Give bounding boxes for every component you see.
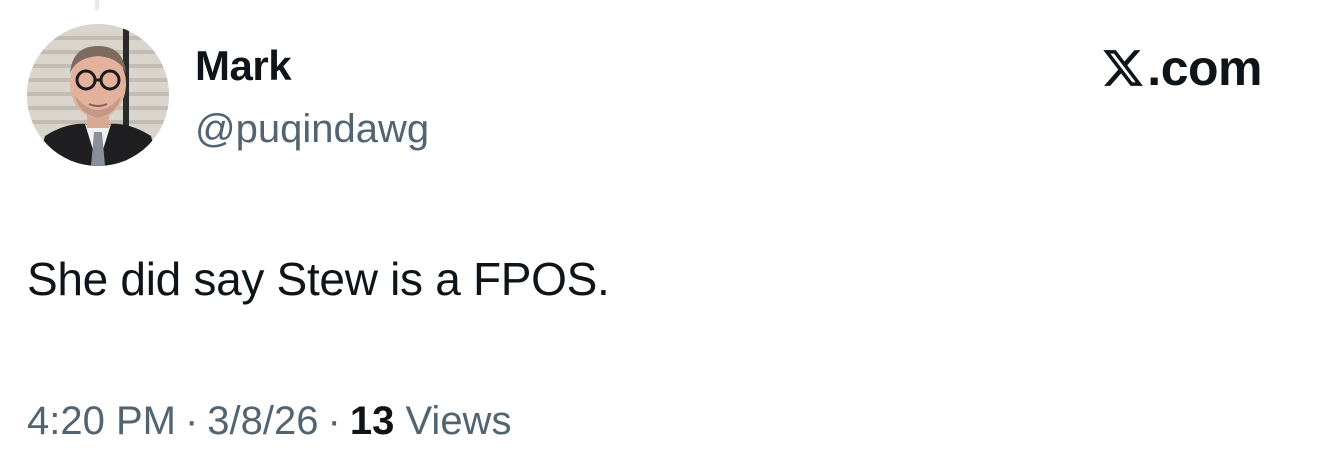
avatar-photo-icon	[27, 24, 169, 166]
meta-separator: ·	[184, 399, 199, 443]
author-display-name[interactable]: Mark	[195, 40, 292, 92]
meta-separator: ·	[327, 399, 341, 443]
avatar[interactable]	[27, 24, 169, 166]
brand-watermark: .com	[1101, 38, 1262, 98]
tweet-card: Mark @puqindawg .com She did say Stew is…	[0, 0, 1320, 471]
thread-line	[95, 0, 99, 10]
brand-text: .com	[1147, 40, 1262, 96]
views-label: Views	[405, 399, 512, 443]
x-logo-icon	[1103, 50, 1144, 86]
tweet-date[interactable]: 3/8/26	[207, 399, 318, 443]
tweet-meta: 4:20 PM · 3/8/26 · 13 Views	[27, 396, 511, 446]
author-handle[interactable]: @puqindawg	[195, 104, 429, 154]
tweet-text: She did say Stew is a FPOS.	[27, 253, 610, 305]
tweet-time[interactable]: 4:20 PM	[27, 399, 176, 443]
views-count: 13	[349, 399, 395, 443]
